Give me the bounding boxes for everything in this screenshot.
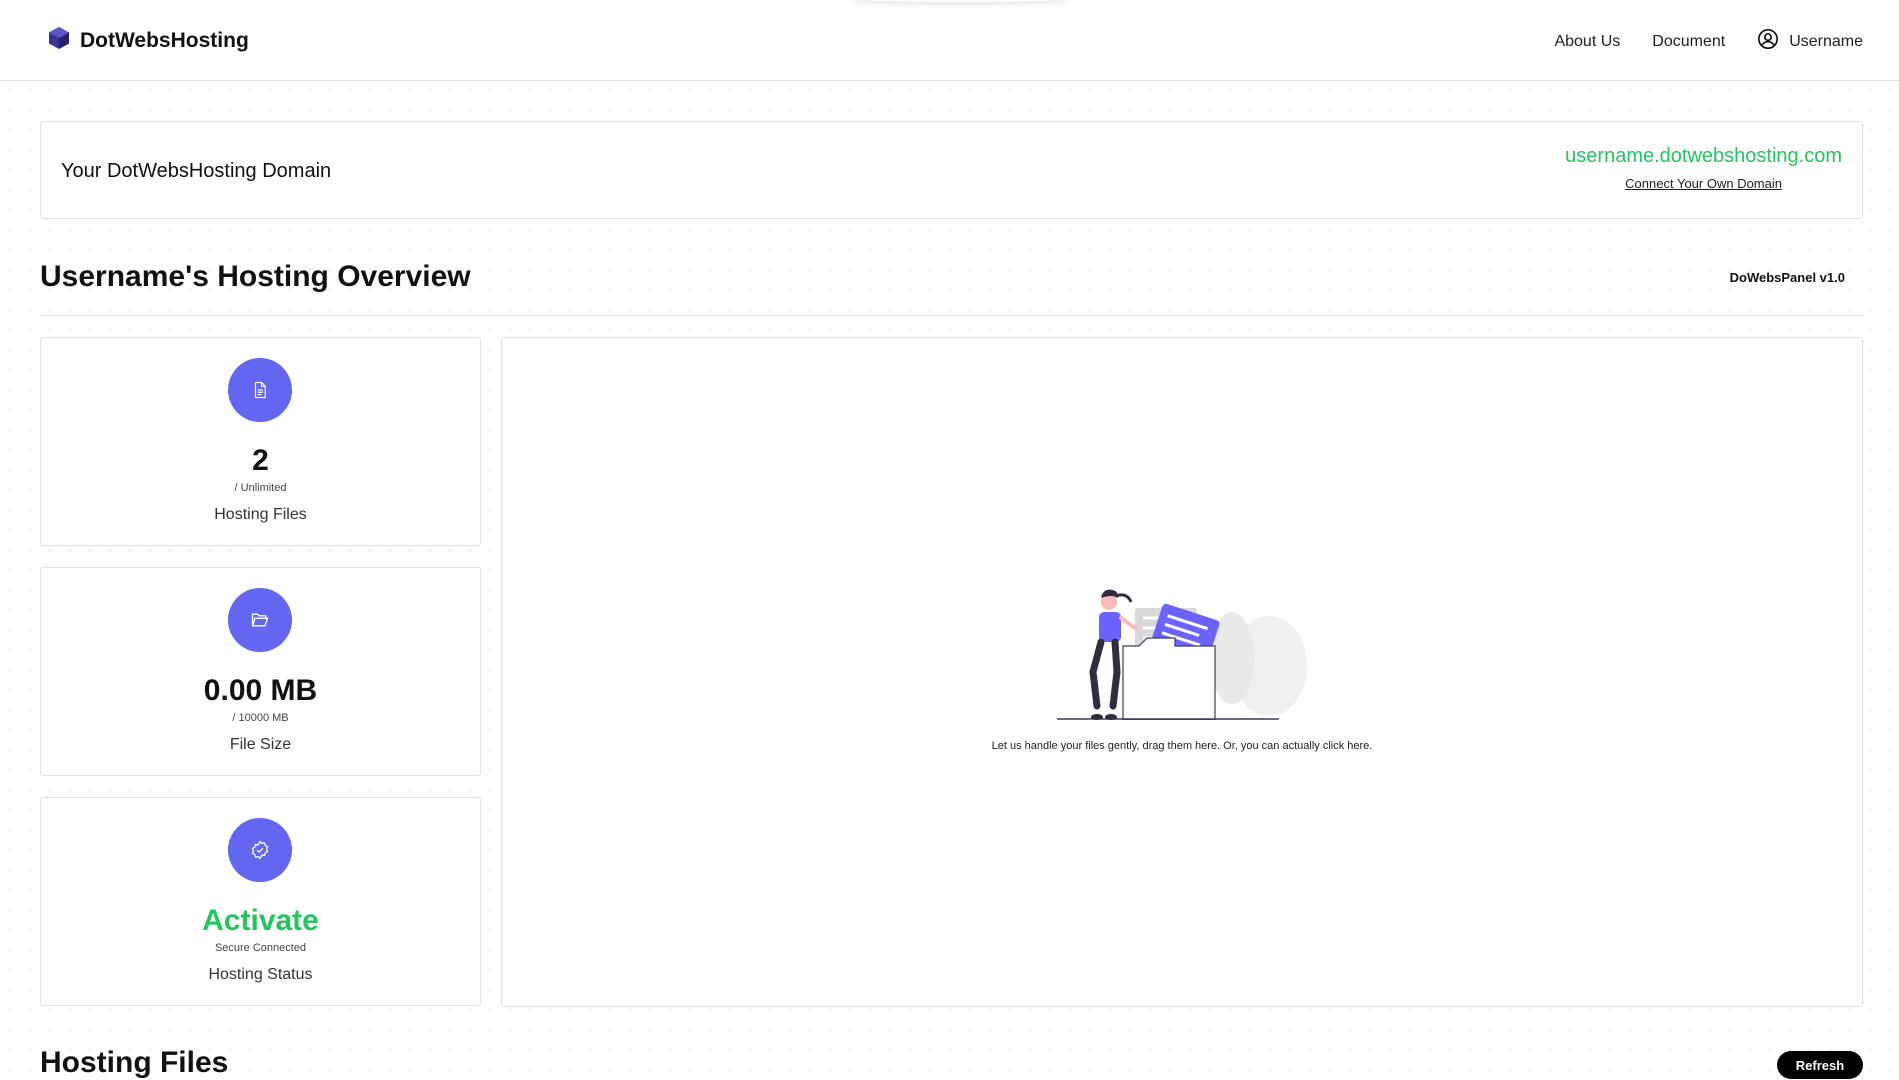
brand-name: DotWebsHosting <box>80 28 249 52</box>
nav-document[interactable]: Document <box>1652 33 1725 51</box>
top-shadow <box>850 0 1070 2</box>
panel-version: DoWebsPanel v1.0 <box>1729 270 1845 285</box>
stat-sub: / Unlimited <box>234 482 287 494</box>
domain-url[interactable]: username.dotwebshosting.com <box>1565 145 1842 168</box>
overview-title: Username's Hosting Overview <box>40 260 471 293</box>
nav-links: About Us Document Username <box>1554 28 1863 55</box>
stat-card-hosting-status: Activate Secure Connected Hosting Status <box>40 797 481 1006</box>
stat-card-hosting-files: 2 / Unlimited Hosting Files <box>40 337 481 546</box>
stat-sub: Secure Connected <box>214 942 307 954</box>
domain-card: Your DotWebsHosting Domain username.dotw… <box>40 121 1863 219</box>
hosting-files-title: Hosting Files <box>40 1046 229 1079</box>
username-label: Username <box>1789 32 1863 50</box>
nav-about-us[interactable]: About Us <box>1554 33 1620 51</box>
domain-info: username.dotwebshosting.com Connect Your… <box>1565 145 1842 193</box>
stat-value: Activate <box>202 904 319 937</box>
verified-badge-icon <box>228 818 292 882</box>
connect-domain-link[interactable]: Connect Your Own Domain <box>1625 176 1782 191</box>
dropzone-text: Let us handle your files gently, drag th… <box>991 740 1373 752</box>
section-divider <box>40 315 1863 316</box>
stat-value: 0.00 MB <box>203 674 318 707</box>
stat-card-file-size: 0.00 MB / 10000 MB File Size <box>40 567 481 776</box>
stat-label: Hosting Files <box>214 506 307 523</box>
file-dropzone[interactable]: Let us handle your files gently, drag th… <box>501 337 1863 1007</box>
cube-logo-icon <box>47 26 71 55</box>
document-icon <box>228 358 292 422</box>
stat-label: File Size <box>229 736 292 753</box>
refresh-button[interactable]: Refresh <box>1777 1051 1863 1079</box>
stat-sub: / 10000 MB <box>232 712 289 724</box>
brand[interactable]: DotWebsHosting <box>47 26 249 55</box>
stat-label: Hosting Status <box>208 966 313 983</box>
upload-illustration <box>1057 588 1307 725</box>
domain-label: Your DotWebsHosting Domain <box>61 160 332 182</box>
stat-value: 2 <box>252 444 269 477</box>
top-navbar: DotWebsHosting About Us Document Usernam… <box>0 0 1899 81</box>
folder-open-icon <box>228 588 292 652</box>
user-circle-icon <box>1757 28 1779 55</box>
user-menu[interactable]: Username <box>1757 28 1863 55</box>
